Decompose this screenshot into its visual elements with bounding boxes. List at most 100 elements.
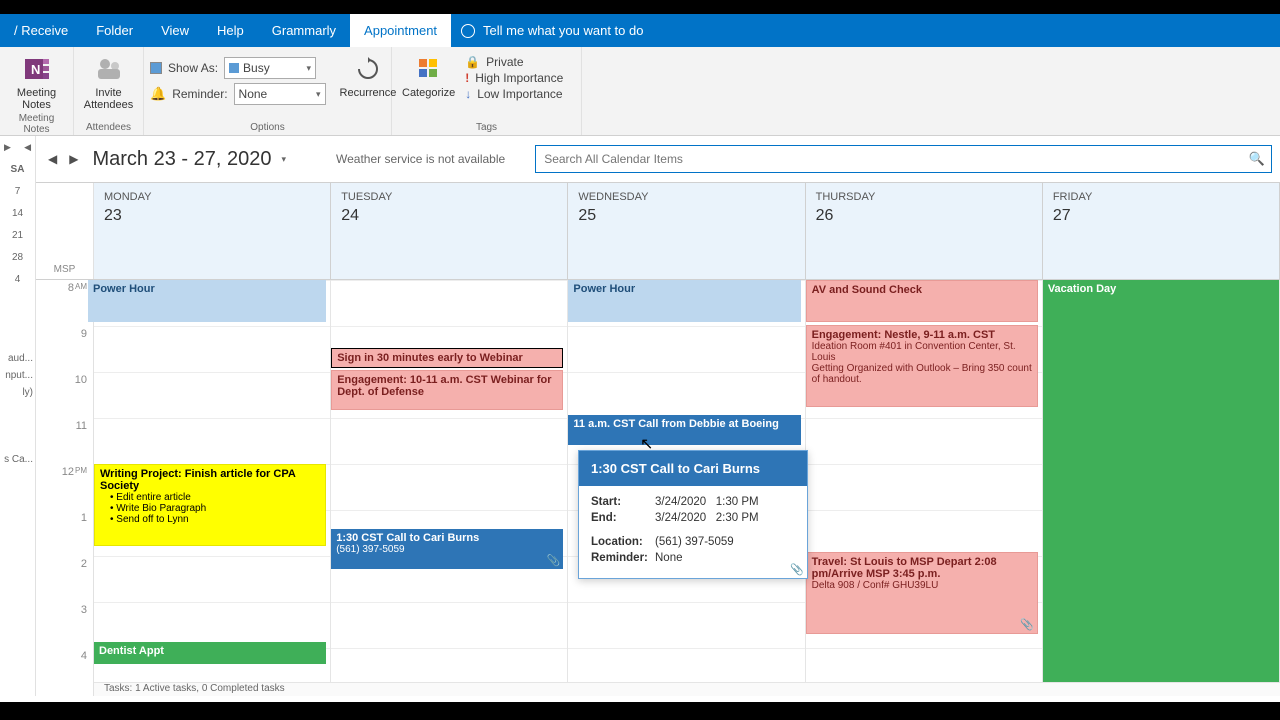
day-header-tue[interactable]: TUESDAY24 — [331, 183, 568, 279]
nav-item-truncated[interactable]: aud... — [0, 350, 35, 367]
calendar-search[interactable]: 🔍 — [535, 145, 1272, 173]
prev-week-button[interactable]: ◀ — [44, 150, 61, 168]
attachment-icon: 📎 — [790, 563, 804, 576]
hour-label: 9 — [36, 326, 93, 372]
attachment-icon: 📎 — [547, 554, 561, 567]
search-input[interactable] — [544, 152, 1263, 166]
search-icon[interactable]: 🔍 — [1249, 151, 1265, 167]
tab-appointment[interactable]: Appointment — [350, 14, 451, 47]
mini-cal-num[interactable]: 28 — [0, 246, 35, 268]
day-column-thu[interactable]: AV and Sound Check Engagement: Nestle, 9… — [806, 280, 1043, 696]
tooltip-reminder-value: None — [655, 552, 683, 564]
event-vacation[interactable]: Vacation Day — [1043, 280, 1279, 696]
low-importance-button[interactable]: ↓Low Importance — [465, 87, 563, 101]
event-tooltip: 1:30 CST Call to Cari Burns Start:3/24/2… — [578, 450, 808, 579]
private-button[interactable]: 🔒Private — [465, 55, 563, 69]
categorize-button[interactable]: Categorize — [398, 51, 459, 101]
tooltip-start-label: Start: — [591, 496, 655, 508]
event-writing-project[interactable]: Writing Project: Finish article for CPA … — [94, 464, 326, 546]
reminder-icon: 🔔 — [150, 86, 166, 102]
nav-item-truncated[interactable]: s Ca... — [0, 451, 35, 468]
invite-attendees-label: Invite Attendees — [84, 87, 134, 111]
recurrence-icon — [352, 53, 384, 85]
event-travel[interactable]: Travel: St Louis to MSP Depart 2:08 pm/A… — [806, 552, 1038, 634]
attendees-icon — [93, 53, 125, 85]
mini-cal-num[interactable]: 21 — [0, 224, 35, 246]
lock-icon: 🔒 — [465, 55, 480, 69]
next-week-button[interactable]: ▶ — [65, 150, 82, 168]
reminder-label: Reminder: — [172, 87, 227, 101]
window-titlebar — [0, 0, 1280, 14]
hour-label: 12PM — [36, 464, 93, 510]
timezone-label: MSP — [36, 183, 94, 279]
event-signin-webinar[interactable]: Sign in 30 minutes early to Webinar — [331, 348, 563, 368]
day-column-mon[interactable]: Power Hour Writing Project: Finish artic… — [94, 280, 331, 696]
show-as-value: Busy — [243, 61, 270, 75]
time-gutter: 8AM 9 10 11 12PM 1 2 3 4 — [36, 280, 94, 696]
meeting-notes-button[interactable]: N Meeting Notes — [6, 51, 67, 113]
tooltip-title: 1:30 CST Call to Cari Burns — [579, 451, 807, 486]
nav-item-truncated[interactable]: nput... — [0, 367, 35, 384]
tab-grammarly[interactable]: Grammarly — [258, 14, 350, 47]
tooltip-end-time: 2:30 PM — [716, 512, 759, 524]
day-column-fri[interactable]: Vacation Day — [1043, 280, 1280, 696]
onenote-icon: N — [21, 53, 53, 85]
group-label-attendees: Attendees — [80, 122, 137, 133]
tell-me-search[interactable]: Tell me what you want to do — [451, 23, 643, 38]
expand-icon[interactable]: ▶ — [4, 142, 11, 153]
event-power-hour[interactable]: Power Hour — [88, 280, 326, 322]
low-importance-label: Low Importance — [477, 87, 562, 101]
event-av-check[interactable]: AV and Sound Check — [806, 280, 1038, 322]
hour-label: 11 — [36, 418, 93, 464]
hour-label: 4 — [36, 648, 93, 694]
event-engagement-nestle[interactable]: Engagement: Nestle, 9-11 a.m. CST Ideati… — [806, 325, 1038, 407]
mini-cal-header: SA — [0, 158, 35, 180]
recurrence-label: Recurrence — [340, 87, 397, 99]
high-importance-label: High Importance — [475, 71, 563, 85]
reminder-select[interactable]: None ▾ — [234, 83, 326, 105]
nav-pane-collapsed[interactable]: ▶ ◀ SA 7 14 21 28 4 aud... nput... ly) s … — [0, 136, 36, 696]
lightbulb-icon — [461, 24, 475, 38]
tab-folder[interactable]: Folder — [82, 14, 147, 47]
day-header-wed[interactable]: WEDNESDAY25 — [568, 183, 805, 279]
day-column-tue[interactable]: Sign in 30 minutes early to Webinar Enga… — [331, 280, 568, 696]
mini-cal-num[interactable]: 7 — [0, 180, 35, 202]
mouse-cursor: ↖ — [640, 434, 653, 454]
event-boeing-call[interactable]: 11 a.m. CST Call from Debbie at Boeing — [568, 415, 800, 445]
tab-view[interactable]: View — [147, 14, 203, 47]
mini-cal-num[interactable]: 4 — [0, 268, 35, 290]
meeting-notes-label: Meeting Notes — [10, 87, 63, 111]
tab-receive[interactable]: / Receive — [0, 14, 82, 47]
group-label-options: Options — [150, 122, 385, 133]
collapse-icon[interactable]: ◀ — [24, 142, 31, 153]
show-as-label: Show As: — [168, 61, 218, 75]
event-call-cari[interactable]: 1:30 CST Call to Cari Burns (561) 397-50… — [331, 529, 563, 569]
day-header-fri[interactable]: FRIDAY27 — [1043, 183, 1280, 279]
mini-cal-num[interactable]: 14 — [0, 202, 35, 224]
show-as-icon — [150, 62, 162, 74]
group-label-tags: Tags — [398, 122, 575, 133]
high-importance-button[interactable]: !High Importance — [465, 71, 563, 85]
hour-label: 2 — [36, 556, 93, 602]
date-dropdown-icon[interactable]: ▾ — [281, 154, 286, 165]
chevron-down-icon: ▾ — [316, 89, 321, 100]
ribbon-tabs: / Receive Folder View Help Grammarly App… — [0, 14, 1280, 47]
categorize-label: Categorize — [402, 87, 455, 99]
date-range-label: March 23 - 27, 2020 — [92, 148, 271, 171]
event-dentist[interactable]: Dentist Appt — [94, 642, 326, 664]
hour-label: 8AM — [36, 280, 93, 326]
event-engagement-dod[interactable]: Engagement: 10-11 a.m. CST Webinar for D… — [331, 370, 563, 410]
bottom-bar — [0, 702, 1280, 720]
tooltip-end-date: 3/24/2020 — [655, 512, 706, 524]
tooltip-start-time: 1:30 PM — [716, 496, 759, 508]
tooltip-reminder-label: Reminder: — [591, 552, 655, 564]
nav-item-truncated[interactable]: ly) — [0, 384, 35, 401]
tab-help[interactable]: Help — [203, 14, 258, 47]
tooltip-end-label: End: — [591, 512, 655, 524]
invite-attendees-button[interactable]: Invite Attendees — [80, 51, 137, 113]
day-header-thu[interactable]: THURSDAY26 — [806, 183, 1043, 279]
recurrence-button[interactable]: Recurrence — [336, 51, 401, 101]
event-power-hour[interactable]: Power Hour — [568, 280, 800, 322]
day-header-mon[interactable]: MONDAY23 — [94, 183, 331, 279]
show-as-select[interactable]: Busy ▾ — [224, 57, 316, 79]
